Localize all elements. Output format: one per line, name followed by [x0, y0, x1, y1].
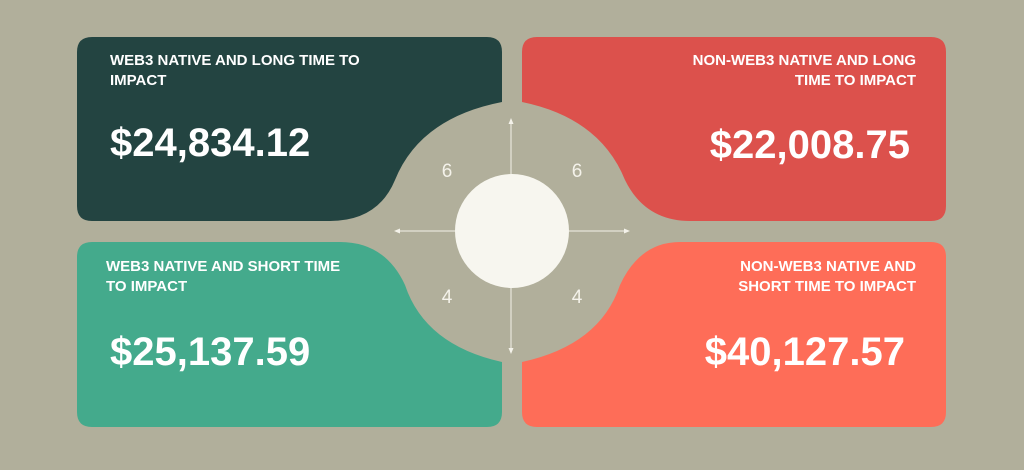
arrow-right-icon	[624, 228, 630, 234]
non-web3-long-label: NON-WEB3 NATIVE AND LONG TIME TO IMPACT	[692, 52, 916, 89]
web3-short-label: WEB3 NATIVE AND SHORT TIME TO IMPACT	[106, 258, 341, 295]
arrow-left-icon	[394, 228, 400, 234]
quadrant-diagram: WEB3 NATIVE AND LONG TIME TO IMPACT $24,…	[0, 0, 1024, 470]
non-web3-short-value: $40,127.57	[704, 330, 905, 374]
center-circle	[455, 174, 569, 288]
non-web3-long-value: $22,008.75	[709, 123, 910, 167]
count-bottom-right: 4	[571, 287, 583, 308]
count-bottom-left: 4	[441, 287, 453, 308]
web3-long-label: WEB3 NATIVE AND LONG TIME TO IMPACT	[110, 52, 360, 89]
web3-short-value: $25,137.59	[110, 330, 311, 374]
arrow-down-icon	[508, 348, 514, 354]
non-web3-short-label: NON-WEB3 NATIVE AND SHORT TIME TO IMPACT	[738, 258, 916, 295]
arrow-up-icon	[508, 118, 514, 124]
web3-long-value: $24,834.12	[110, 121, 311, 165]
count-top-left: 6	[441, 161, 453, 182]
count-top-right: 6	[571, 161, 583, 182]
